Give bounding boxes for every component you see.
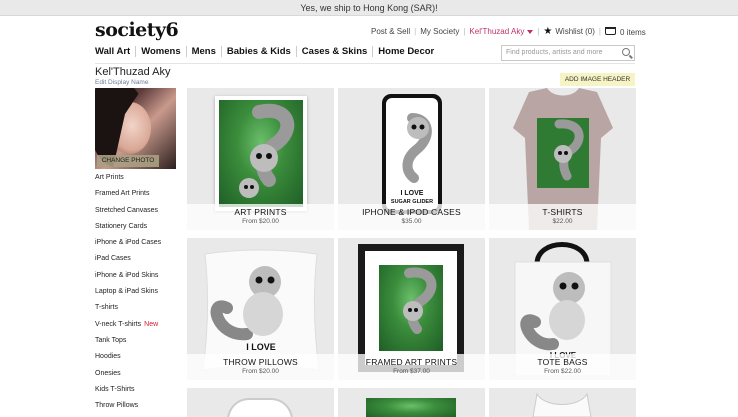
mug-mockup (227, 398, 293, 417)
product-title: THROW PILLOWS (223, 357, 298, 367)
sidebar-item-onesies[interactable]: Onesies (95, 369, 161, 385)
nav-womens[interactable]: Womens (135, 46, 185, 57)
nav-divider: | (537, 27, 540, 36)
product-tile-framed-art-prints[interactable]: FRAMED ART PRINTS From $37.00 (338, 238, 485, 380)
glider-artwork (219, 100, 303, 207)
product-tile-tote-bags[interactable]: I LOVE TOTE BAGS From $22.00 (489, 238, 636, 380)
tank-top-mockup (532, 392, 592, 417)
product-price: From $20.00 (242, 218, 279, 225)
product-label: TOTE BAGS From $22.00 (489, 354, 636, 380)
product-price: From $22.00 (544, 368, 581, 375)
art-print-paper (215, 96, 307, 211)
change-photo-button[interactable]: CHANGE PHOTO (97, 155, 159, 167)
chevron-down-icon (527, 29, 534, 34)
sidebar-item-stationery-cards[interactable]: Stationery Cards (95, 222, 161, 238)
my-society-link[interactable]: My Society (420, 27, 459, 36)
product-tile-art-prints[interactable]: ART PRINTS From $20.00 (187, 88, 334, 230)
product-title: IPHONE & IPOD CASES (362, 207, 461, 217)
cart-label: 0 items (620, 27, 646, 37)
header-divider (95, 63, 635, 64)
user-menu[interactable]: Kel'Thuzad Aky (469, 27, 534, 36)
product-title: ART PRINTS (234, 207, 287, 217)
edit-display-name-link[interactable]: Edit Display Name (95, 79, 148, 86)
shipping-notice-bar: Yes, we ship to Hong Kong (SAR)! (0, 0, 738, 16)
nav-divider: | (598, 27, 601, 36)
star-icon: ★ (543, 26, 553, 37)
product-tile-t-shirts[interactable]: T-SHIRTS $22.00 (489, 88, 636, 230)
nav-divider: | (414, 27, 417, 36)
search-placeholder: Find products, artists and more (506, 49, 603, 56)
main-nav: Wall Art Womens Mens Babies & Kids Cases… (95, 46, 439, 57)
wishlist-label: Wishlist (0) (555, 27, 595, 36)
sidebar-item-kids-t-shirts[interactable]: Kids T-Shirts (95, 385, 161, 401)
glider-artwork (366, 398, 456, 417)
product-label: FRAMED ART PRINTS From $37.00 (338, 354, 485, 380)
sidebar-item-art-prints[interactable]: Art Prints (95, 173, 161, 189)
product-label: T-SHIRTS $22.00 (489, 204, 636, 230)
nav-home-decor[interactable]: Home Decor (372, 46, 439, 57)
product-tile-throw-pillows[interactable]: I LOVE THROW PILLOWS From $20.00 (187, 238, 334, 380)
sugar-glider-illustration: I LOVE SUGAR GLIDER (391, 113, 433, 205)
sidebar-item-iphone-cases[interactable]: iPhone & iPod Cases (95, 238, 161, 254)
sidebar-item-framed-art-prints[interactable]: Framed Art Prints (95, 189, 161, 205)
nav-cases-skins[interactable]: Cases & Skins (295, 46, 372, 57)
product-title: T-SHIRTS (542, 207, 583, 217)
profile-name: Kel'Thuzad Aky (95, 66, 171, 78)
cart-icon (605, 26, 616, 35)
sidebar-item-v-neck[interactable]: V-neck T-shirts New (95, 320, 161, 336)
sidebar-item-throw-pillows[interactable]: Throw Pillows (95, 401, 161, 417)
sidebar-item-ipad-cases[interactable]: iPad Cases (95, 254, 161, 270)
sidebar-product-list: Art Prints Framed Art Prints Stretched C… (95, 173, 161, 417)
product-price: $22.00 (552, 218, 573, 225)
product-price: $35.00 (401, 218, 422, 225)
sidebar-item-laptop-skins[interactable]: Laptop & iPad Skins (95, 287, 161, 303)
new-badge: New (144, 320, 159, 328)
product-tile-mugs[interactable] (187, 388, 334, 417)
cart-link[interactable]: 0 items (605, 26, 646, 37)
user-name: Kel'Thuzad Aky (469, 27, 525, 36)
product-label: IPHONE & IPOD CASES $35.00 (338, 204, 485, 230)
product-price: From $20.00 (242, 368, 279, 375)
sugar-glider-illustration (403, 267, 437, 334)
search-input[interactable]: Find products, artists and more (501, 45, 635, 61)
sidebar-item-hoodies[interactable]: Hoodies (95, 352, 161, 368)
merch-text-line1: I LOVE (401, 190, 424, 197)
picture-frame (358, 244, 464, 372)
sidebar-item-label: V-neck T-shirts (95, 320, 142, 328)
glider-artwork (379, 265, 443, 351)
site-logo[interactable]: society6 (95, 19, 179, 41)
top-nav: Post & Sell | My Society | Kel'Thuzad Ak… (371, 26, 646, 37)
product-tile-tank-tops[interactable] (489, 388, 636, 417)
wishlist-link[interactable]: ★ Wishlist (0) (543, 26, 595, 37)
product-tile-stretched-canvas[interactable] (338, 388, 485, 417)
sidebar-item-stretched-canvases[interactable]: Stretched Canvases (95, 206, 161, 222)
sidebar-item-tank-tops[interactable]: Tank Tops (95, 336, 161, 352)
frame-mat (365, 251, 457, 365)
nav-mens[interactable]: Mens (185, 46, 221, 57)
product-label: ART PRINTS From $20.00 (187, 204, 334, 230)
phone-case: I LOVE SUGAR GLIDER (382, 94, 442, 214)
sidebar-item-t-shirts[interactable]: T-shirts (95, 303, 161, 319)
add-image-header-button[interactable]: ADD IMAGE HEADER (560, 73, 635, 86)
nav-divider: | (463, 27, 466, 36)
post-sell-link[interactable]: Post & Sell (371, 27, 410, 36)
merch-text-line1: I LOVE (246, 342, 276, 352)
nav-babies-kids[interactable]: Babies & Kids (220, 46, 296, 57)
nav-wall-art[interactable]: Wall Art (95, 46, 135, 57)
phone-case-print: I LOVE SUGAR GLIDER (386, 98, 438, 210)
sidebar-item-iphone-skins[interactable]: iPhone & iPod Skins (95, 271, 161, 287)
product-price: From $37.00 (393, 368, 430, 375)
search-icon[interactable] (622, 48, 630, 56)
sugar-glider-illustration (239, 103, 295, 198)
product-title: TOTE BAGS (537, 357, 588, 367)
product-title: FRAMED ART PRINTS (365, 357, 458, 367)
product-tile-iphone-cases[interactable]: I LOVE SUGAR GLIDER IPHONE & IPOD CASES … (338, 88, 485, 230)
product-label: THROW PILLOWS From $20.00 (187, 354, 334, 380)
